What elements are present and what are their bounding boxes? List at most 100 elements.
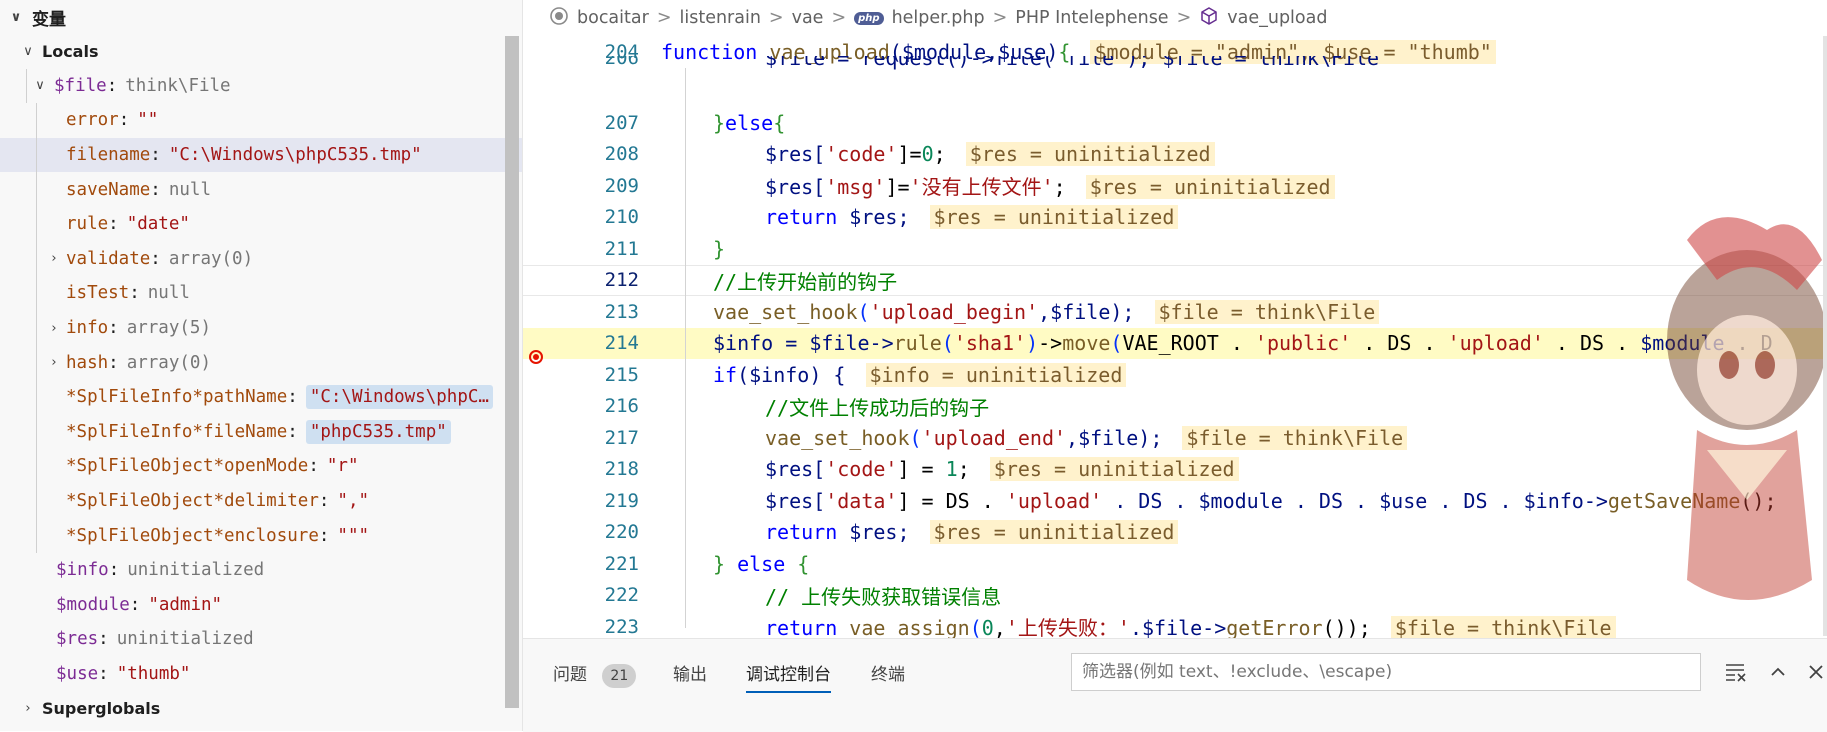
code-editor[interactable]: bocaitar > listenrain > vae > php helper… bbox=[523, 0, 1827, 638]
tree-indent-guide bbox=[36, 483, 37, 519]
code-line[interactable]: 223 return vae_assign(0,'上传失败：'.$file->ge… bbox=[523, 611, 1827, 638]
variables-scrollbar[interactable] bbox=[505, 36, 519, 708]
chevron-right-icon[interactable]: › bbox=[44, 355, 64, 370]
filter-input[interactable] bbox=[1071, 653, 1701, 691]
code-line[interactable]: 214 $info = $file->rule('sha1')->move(VAE… bbox=[523, 327, 1827, 365]
code-token: else bbox=[725, 110, 774, 135]
locals-scope[interactable]: ∨ Locals bbox=[0, 34, 522, 69]
tab-debug-console[interactable]: 调试控制台 bbox=[746, 659, 831, 693]
code-text[interactable]: } else { bbox=[661, 552, 1827, 576]
breadcrumb-item-listenrain[interactable]: listenrain bbox=[679, 8, 760, 28]
variable-property-row[interactable]: ›*SplFileObject*delimiter:"," bbox=[0, 483, 522, 519]
code-text[interactable]: if($info) { $info = uninitialized bbox=[661, 362, 1827, 387]
tab-problems[interactable]: 问题 21 bbox=[553, 659, 637, 691]
code-text[interactable]: $file = request()->file('file'); $file =… bbox=[661, 56, 1827, 70]
code-text[interactable]: //上传开始前的钩子 bbox=[661, 266, 1827, 295]
tab-terminal-label: 终端 bbox=[871, 665, 905, 685]
breadcrumb-item-bocaitar[interactable]: bocaitar bbox=[577, 8, 649, 28]
variable-property-row[interactable]: ›rule:"date" bbox=[0, 206, 522, 242]
property-value: array(5) bbox=[126, 318, 211, 339]
variable-property-row[interactable]: ›*SplFileObject*openMode:"r" bbox=[0, 449, 522, 484]
code-text[interactable]: }else{ bbox=[661, 111, 1827, 135]
tab-output[interactable]: 输出 bbox=[673, 659, 707, 691]
code-text[interactable]: $info = $file->rule('sha1')->move(VAE_RO… bbox=[661, 331, 1827, 355]
breadcrumb-item-language-server[interactable]: PHP Intelephense bbox=[1015, 8, 1168, 28]
line-number: 217 bbox=[604, 426, 639, 449]
variable-row[interactable]: ›$module:"admin" bbox=[0, 588, 522, 623]
code-line[interactable]: 222 // 上传失败获取错误信息 bbox=[523, 580, 1827, 612]
variable-row[interactable]: ›$res:uninitialized bbox=[0, 622, 522, 657]
tab-terminal[interactable]: 终端 bbox=[871, 659, 905, 691]
code-line[interactable]: 213 vae_set_hook('upload_begin',$file); $… bbox=[523, 296, 1827, 328]
property-name: rule bbox=[66, 214, 109, 235]
code-token: move bbox=[1062, 331, 1111, 356]
name-separator: : bbox=[108, 352, 119, 373]
code-line[interactable]: 217 vae_set_hook('upload_end',$file); $fi… bbox=[523, 422, 1827, 454]
code-text[interactable]: vae_set_hook('upload_begin',$file); $fil… bbox=[661, 299, 1827, 324]
code-line[interactable]: 209 $res['msg']='没有上传文件'; $res = uninitia… bbox=[523, 170, 1827, 202]
code-line[interactable]: 208 $res['code']=0; $res = uninitialized bbox=[523, 139, 1827, 171]
variable-row[interactable]: ›$info:uninitialized bbox=[0, 553, 522, 588]
code-line[interactable]: 219 $res['data'] = DS . 'upload' . DS . $… bbox=[523, 485, 1827, 517]
variable-property-row[interactable]: ›saveName:null bbox=[0, 172, 522, 207]
maximize-panel-icon[interactable] bbox=[1765, 659, 1791, 685]
variable-row[interactable]: ›$use:"thumb" bbox=[0, 657, 522, 692]
chevron-right-icon[interactable]: › bbox=[44, 251, 64, 266]
code-text[interactable]: $res['msg']='没有上传文件'; $res = uninitializ… bbox=[661, 171, 1827, 200]
variable-property-row[interactable]: ›*SplFileInfo*pathName:"C:\Windows\phpC… bbox=[0, 379, 522, 415]
breadcrumb-item-function[interactable]: vae_upload bbox=[1227, 8, 1327, 28]
code-line[interactable]: 211} bbox=[523, 233, 1827, 265]
code-text[interactable]: //文件上传成功后的钩子 bbox=[661, 392, 1827, 421]
variables-section-header[interactable]: ∨ 变量 bbox=[0, 0, 522, 34]
code-text[interactable]: $res['code'] = 1; $res = uninitialized bbox=[661, 457, 1827, 482]
breadcrumb-item-file[interactable]: helper.php bbox=[892, 8, 985, 28]
property-value: "" bbox=[137, 110, 159, 131]
close-panel-icon[interactable] bbox=[1803, 659, 1827, 685]
code-token: $res; bbox=[837, 520, 910, 545]
property-name: *SplFileObject*delimiter bbox=[66, 491, 319, 512]
code-text[interactable]: return vae_assign(0,'上传失败：'.$file->getEr… bbox=[661, 612, 1827, 638]
breadcrumb-item-vae[interactable]: vae bbox=[792, 8, 824, 28]
code-line[interactable]: 212 //上传开始前的钩子 bbox=[523, 265, 1827, 297]
name-separator: : bbox=[318, 525, 330, 546]
code-line[interactable]: 220 return $res; $res = uninitialized bbox=[523, 517, 1827, 549]
code-line[interactable]: 215 if($info) { $info = uninitialized bbox=[523, 359, 1827, 391]
inline-value-hint: $res = uninitialized bbox=[1085, 175, 1335, 200]
variable-property-row[interactable]: › validate: array(0) bbox=[0, 241, 522, 277]
code-line[interactable]: 206 $file = request()->file('file'); $fil… bbox=[523, 56, 1827, 74]
editor-scrollbar[interactable] bbox=[1823, 36, 1827, 636]
code-text[interactable]: $res['code']=0; $res = uninitialized bbox=[661, 142, 1827, 167]
name-separator: : bbox=[318, 491, 330, 512]
superglobals-scope[interactable]: › Superglobals bbox=[0, 691, 522, 726]
chevron-right-icon: > bbox=[656, 8, 672, 28]
cube-icon bbox=[1199, 6, 1219, 31]
code-text[interactable]: } bbox=[661, 237, 1827, 261]
code-line[interactable]: 216 //文件上传成功后的钩子 bbox=[523, 391, 1827, 423]
code-line[interactable]: 210 return $res; $res = uninitialized bbox=[523, 202, 1827, 234]
code-text[interactable]: // 上传失败获取错误信息 bbox=[661, 581, 1827, 610]
variable-property-row[interactable]: › info: array(5) bbox=[0, 310, 522, 346]
code-token: ; bbox=[957, 457, 970, 482]
variable-property-row[interactable]: › hash: array(0) bbox=[0, 345, 522, 380]
property-name: *SplFileInfo*fileName bbox=[66, 421, 288, 442]
name-separator: : bbox=[118, 110, 130, 131]
code-token: ( bbox=[1110, 331, 1123, 356]
code-text[interactable]: return $res; $res = uninitialized bbox=[661, 520, 1827, 545]
variable-property-row[interactable]: ›filename:"C:\Windows\phpC535.tmp" bbox=[0, 137, 522, 173]
code-text[interactable]: vae_set_hook('upload_end',$file); $file … bbox=[661, 425, 1827, 450]
clear-console-icon[interactable] bbox=[1723, 659, 1749, 685]
variable-property-row[interactable]: ›error:"" bbox=[0, 103, 522, 138]
code-line[interactable]: 218 $res['code'] = 1; $res = uninitialize… bbox=[523, 454, 1827, 486]
variable-property-row[interactable]: ›isTest:null bbox=[0, 276, 522, 311]
variable-value: think\File bbox=[125, 75, 231, 96]
code-token: , bbox=[993, 616, 1006, 638]
variable-property-row[interactable]: ›*SplFileObject*enclosure:""" bbox=[0, 518, 522, 553]
code-line[interactable]: 207}else{ bbox=[523, 107, 1827, 139]
code-text[interactable]: $res['data'] = DS . 'upload' . DS . $mod… bbox=[661, 489, 1827, 513]
code-line[interactable]: 221} else { bbox=[523, 548, 1827, 580]
variable-file[interactable]: ∨ $file: think\File bbox=[0, 68, 522, 104]
chevron-right-icon[interactable]: › bbox=[44, 321, 64, 336]
variable-property-row[interactable]: ›*SplFileInfo*fileName:"phpC535.tmp" bbox=[0, 414, 522, 450]
code-text[interactable]: return $res; $res = uninitialized bbox=[661, 205, 1827, 230]
variable-value: "admin" bbox=[148, 594, 223, 615]
